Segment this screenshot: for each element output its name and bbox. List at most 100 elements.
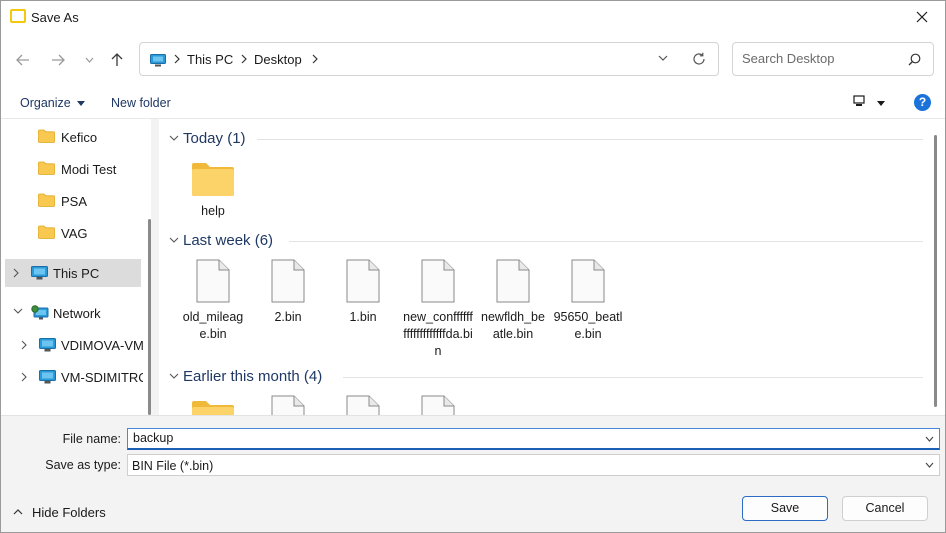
view-options-button[interactable] bbox=[853, 95, 886, 110]
group-divider bbox=[343, 377, 923, 378]
folder-icon bbox=[192, 163, 234, 196]
sidebar-item-network[interactable]: Network bbox=[1, 299, 143, 327]
file-name: 1.bin bbox=[349, 310, 377, 324]
sidebar-item-label: This PC bbox=[53, 266, 100, 281]
file-item-partial[interactable] bbox=[253, 395, 323, 415]
folder-icon bbox=[192, 401, 234, 415]
file-icon bbox=[571, 259, 605, 303]
group-header-earlier-this-month[interactable]: Earlier this month (4) bbox=[167, 366, 923, 388]
command-bar: Organize New folder ? bbox=[1, 87, 945, 119]
search-icon bbox=[908, 53, 921, 66]
sidebar-item-label: VM-SDIMITRC bbox=[61, 370, 143, 385]
sidebar-item-vm-sdimitro[interactable]: VM-SDIMITRC bbox=[1, 363, 143, 391]
search-input[interactable] bbox=[742, 51, 902, 66]
chevron-right-icon[interactable] bbox=[13, 268, 19, 278]
group-header-today[interactable]: Today (1) bbox=[167, 128, 923, 150]
caret-down-icon bbox=[877, 101, 886, 107]
file-name: 95650_beatle.bin bbox=[553, 310, 623, 341]
save-type-select[interactable]: BIN File (*.bin) bbox=[127, 454, 940, 476]
chevron-down-icon[interactable] bbox=[925, 436, 934, 442]
chevron-down-icon[interactable] bbox=[658, 55, 668, 61]
sidebar-item-label: Kefico bbox=[61, 130, 98, 145]
recent-locations-button[interactable] bbox=[77, 49, 101, 71]
file-icon bbox=[421, 259, 455, 303]
caret-down-icon bbox=[77, 101, 86, 107]
file-icon bbox=[271, 395, 305, 415]
organize-label: Organize bbox=[20, 96, 71, 110]
file-name-label: File name: bbox=[62, 432, 121, 446]
file-name-combobox[interactable] bbox=[127, 428, 940, 450]
chevron-down-icon[interactable] bbox=[13, 308, 23, 314]
chevron-down-icon bbox=[85, 57, 93, 63]
new-folder-button[interactable]: New folder bbox=[111, 96, 171, 110]
sidebar-scrollbar[interactable] bbox=[148, 219, 151, 415]
sidebar-item-this-pc[interactable]: This PC bbox=[5, 259, 141, 287]
folder-icon bbox=[38, 225, 55, 239]
file-item-partial[interactable] bbox=[403, 395, 473, 415]
chevron-down-icon bbox=[169, 135, 179, 141]
help-icon[interactable]: ? bbox=[914, 94, 931, 111]
file-name-input[interactable] bbox=[133, 431, 903, 445]
sidebar-item-label: Modi Test bbox=[61, 162, 117, 177]
chevron-right-icon bbox=[312, 54, 318, 64]
up-button[interactable] bbox=[105, 49, 129, 71]
breadcrumb-desktop[interactable]: Desktop bbox=[254, 52, 302, 67]
computer-icon bbox=[150, 54, 166, 67]
file-icon bbox=[346, 259, 380, 303]
arrow-up-icon bbox=[111, 53, 123, 66]
forward-button[interactable] bbox=[46, 49, 70, 71]
group-divider bbox=[289, 241, 923, 242]
file-name: new_confffffffffffffffffffda.bin bbox=[403, 310, 473, 358]
file-item-folder-partial[interactable] bbox=[178, 399, 248, 415]
group-label: Last week (6) bbox=[183, 232, 274, 249]
file-name: help bbox=[201, 204, 225, 218]
save-type-label: Save as type: bbox=[45, 458, 121, 472]
chevron-down-icon bbox=[925, 462, 934, 468]
address-bar[interactable]: This PC Desktop bbox=[139, 42, 719, 76]
sidebar-item-kefico[interactable]: Kefico bbox=[1, 123, 143, 151]
save-type-value: BIN File (*.bin) bbox=[132, 459, 214, 473]
file-item-new-conf[interactable]: new_confffffffffffffffffffda.bin bbox=[403, 259, 473, 360]
breadcrumb-this-pc[interactable]: This PC bbox=[187, 52, 233, 67]
chevron-right-icon[interactable] bbox=[21, 372, 27, 382]
sidebar-item-psa[interactable]: PSA bbox=[1, 187, 143, 215]
file-item-partial[interactable] bbox=[328, 395, 398, 415]
group-label: Earlier this month (4) bbox=[183, 368, 323, 385]
computer-icon bbox=[39, 338, 56, 352]
group-header-last-week[interactable]: Last week (6) bbox=[167, 230, 923, 252]
search-box[interactable] bbox=[732, 42, 934, 76]
file-item-newfldh-beatle[interactable]: newfldh_beatle.bin bbox=[478, 259, 548, 343]
sidebar-item-label: VAG bbox=[61, 226, 88, 241]
chevron-right-icon[interactable] bbox=[21, 340, 27, 350]
folder-icon bbox=[38, 193, 55, 207]
organize-button[interactable]: Organize bbox=[20, 96, 86, 110]
chevron-right-icon bbox=[241, 54, 247, 64]
window-icon bbox=[10, 9, 26, 23]
file-item-1-bin[interactable]: 1.bin bbox=[328, 259, 398, 326]
hide-folders-label: Hide Folders bbox=[32, 505, 106, 520]
window-title: Save As bbox=[31, 10, 79, 25]
sidebar-item-vag[interactable]: VAG bbox=[1, 219, 143, 247]
sidebar-item-label: Network bbox=[53, 306, 101, 321]
sidebar-item-vdimova-vm[interactable]: VDIMOVA-VM bbox=[1, 331, 143, 359]
navigation-pane: Kefico Modi Test PSA VAG This PC Network bbox=[1, 119, 151, 415]
folder-icon bbox=[38, 129, 55, 143]
save-form: File name: Save as type: BIN File (*.bin… bbox=[1, 415, 945, 532]
file-item-2-bin[interactable]: 2.bin bbox=[253, 259, 323, 326]
file-item-95650-beatle[interactable]: 95650_beatle.bin bbox=[553, 259, 623, 343]
file-item-help[interactable]: help bbox=[178, 161, 248, 220]
computer-icon bbox=[31, 266, 48, 280]
back-button[interactable] bbox=[11, 49, 35, 71]
network-icon bbox=[31, 305, 49, 320]
close-button[interactable] bbox=[899, 1, 945, 33]
file-name: old_mileage.bin bbox=[182, 310, 244, 341]
file-name: newfldh_beatle.bin bbox=[481, 310, 545, 341]
file-item-old-mileage[interactable]: old_mileage.bin bbox=[178, 259, 248, 343]
save-as-dialog: Save As This PC Desktop Search Desktop O… bbox=[0, 0, 946, 533]
refresh-icon[interactable] bbox=[692, 52, 706, 66]
sidebar-item-modi-test[interactable]: Modi Test bbox=[1, 155, 143, 183]
file-list-scrollbar[interactable] bbox=[934, 135, 937, 407]
computer-icon bbox=[39, 370, 56, 384]
save-button[interactable]: Save bbox=[742, 496, 828, 521]
cancel-button[interactable]: Cancel bbox=[842, 496, 928, 521]
